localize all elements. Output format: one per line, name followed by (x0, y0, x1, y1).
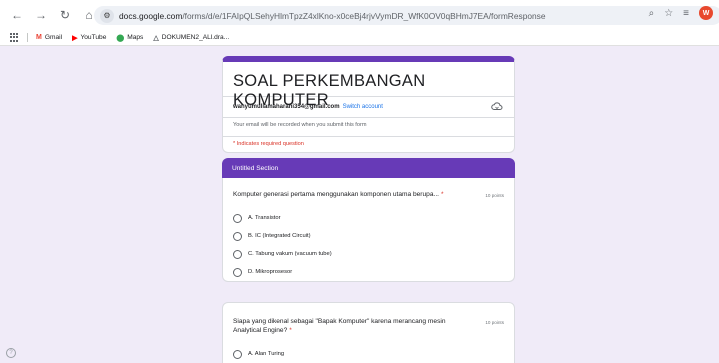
bookmark-gmail[interactable]: M Gmail (36, 34, 62, 41)
bookmark-maps[interactable]: ⬤ Maps (116, 34, 143, 42)
form-title: SOAL PERKEMBANGAN KOMPUTER (233, 72, 426, 109)
back-icon[interactable]: ← (8, 6, 26, 24)
bookmark-drive-folder[interactable]: △ DOKUMEN2_ALl.dra... (153, 34, 229, 42)
question-2-options: A. Alan Turing (233, 345, 504, 363)
email-record-note: Your email will be recorded when you sub… (233, 122, 367, 128)
required-asterisk: * (441, 191, 444, 198)
question-points: 10 points (485, 193, 504, 198)
bookmark-separator (27, 33, 28, 42)
browser-toolbar: ← → ↻ ⌂ ⚙ docs.google.com/forms/d/e/1FAI… (0, 0, 719, 30)
option-a[interactable]: A. Alan Turing (233, 345, 504, 363)
option-a[interactable]: A. Transistor (233, 209, 504, 227)
radio-button[interactable] (233, 267, 242, 277)
toolbar-right: ⌕ ☆ ≡ W (649, 6, 713, 20)
profile-avatar[interactable]: W (699, 6, 713, 20)
form-column: SOAL PERKEMBANGAN KOMPUTER wahyumuliamah… (222, 56, 515, 363)
bookmark-star-icon[interactable]: ☆ (664, 8, 673, 19)
help-icon[interactable]: ? (6, 348, 16, 358)
maps-icon: ⬤ (116, 34, 125, 42)
drive-icon: △ (153, 34, 159, 42)
required-asterisk: * (289, 327, 292, 334)
reload-icon[interactable]: ↻ (56, 6, 74, 24)
switch-account-link[interactable]: Switch account (343, 104, 383, 110)
option-c[interactable]: C. Tabung vakum (vacuum tube) (233, 245, 504, 263)
address-bar[interactable]: ⚙ docs.google.com/forms/d/e/1FAIpQLSehyH… (94, 6, 719, 25)
option-d[interactable]: D. Mikroprosesor (233, 263, 504, 281)
extensions-icon[interactable]: ≡ (683, 8, 689, 19)
question-1-options: A. Transistor B. IC (Integrated Circuit)… (233, 209, 504, 281)
cloud-saved-icon (491, 102, 503, 110)
question-1-title: Komputer generasi pertama menggunakan ko… (233, 191, 504, 198)
question-card-2: Siapa yang dikenal sebagai "Bapak Komput… (222, 302, 515, 363)
question-points: 10 points (485, 320, 504, 325)
section-header: Untitled Section (222, 158, 515, 178)
bookmark-youtube[interactable]: ▶ YouTube (72, 34, 106, 42)
site-info-icon[interactable]: ⚙ (100, 8, 114, 23)
radio-button[interactable] (233, 349, 242, 359)
radio-button[interactable] (233, 231, 242, 241)
bookmarks-bar: M Gmail ▶ YouTube ⬤ Maps △ DOKUMEN2_ALl.… (0, 30, 719, 46)
radio-button[interactable] (233, 213, 242, 223)
radio-button[interactable] (233, 249, 242, 259)
gmail-icon: M (36, 34, 42, 41)
question-card-1: Komputer generasi pertama menggunakan ko… (222, 178, 515, 282)
url-text: docs.google.com/forms/d/e/1FAIpQLSehyHlm… (119, 10, 546, 21)
account-email: wahyumuliamaharani354@gmail.com (233, 104, 340, 110)
form-header-card: SOAL PERKEMBANGAN KOMPUTER wahyumuliamah… (222, 56, 515, 153)
zoom-icon[interactable]: ⌕ (649, 8, 655, 19)
account-row: wahyumuliamaharani354@gmail.com Switch a… (223, 97, 514, 117)
option-b[interactable]: B. IC (Integrated Circuit) (233, 227, 504, 245)
required-note: * Indicates required question (233, 141, 304, 147)
forward-icon[interactable]: → (32, 6, 50, 24)
question-2-title: Siapa yang dikenal sebagai "Bapak Komput… (233, 318, 504, 334)
apps-grid-icon[interactable] (10, 33, 19, 42)
youtube-icon: ▶ (72, 34, 78, 42)
